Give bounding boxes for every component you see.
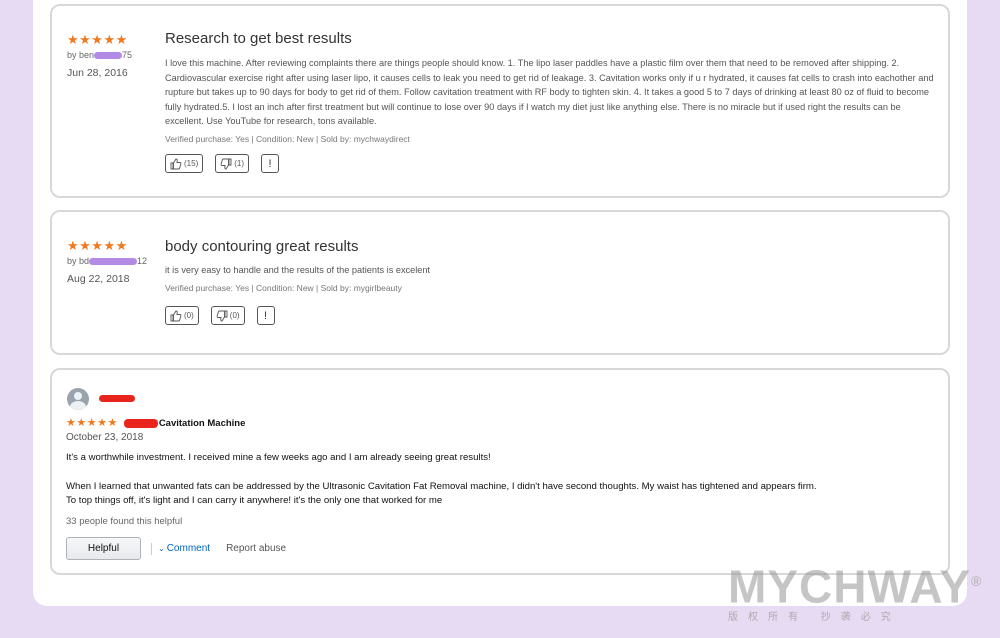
helpful-button[interactable]: Helpful [66, 537, 141, 560]
review-text: I love this machine. After reviewing com… [165, 58, 934, 126]
review-title[interactable]: Cavitation Machine [123, 418, 245, 429]
review-author: by bd 12 [67, 256, 148, 266]
review-date: Jun 28, 2016 [67, 67, 128, 79]
star-rating: ★★★★★ [67, 32, 128, 47]
report-button[interactable]: ! [261, 154, 280, 173]
unhelpful-vote-button[interactable]: (0) [210, 306, 245, 325]
title-redaction [123, 418, 158, 428]
review-body: body contouring great results it is very… [165, 238, 936, 293]
thumbs-up-icon [170, 158, 182, 169]
helpful-vote-button[interactable]: (0) [165, 306, 199, 325]
avatar [67, 388, 89, 410]
author-redaction [94, 52, 123, 60]
thumbs-down-icon [216, 310, 228, 321]
report-abuse-link[interactable]: Report abuse [226, 543, 286, 554]
review-title: Research to get best results [165, 30, 352, 47]
review-card: ★★★★★ Cavitation Machine October 23, 201… [50, 368, 950, 575]
review-card: ★★★★★ by ben 75 Jun 28, 2016 Research to … [50, 4, 950, 198]
review-meta: ★★★★★ by bd 12 Aug 22, 2018 [67, 239, 167, 285]
verified-purchase-info: Verified purchase: Yes | Condition: New … [165, 282, 402, 293]
reviewer-name-redaction [99, 395, 135, 402]
star-rating: ★★★★★ [67, 238, 128, 253]
review-rating-row: ★★★★★ Cavitation Machine [66, 417, 245, 430]
review-card: ★★★★★ by bd 12 Aug 22, 2018 body contouri… [50, 210, 950, 355]
star-rating: ★★★★★ [66, 417, 118, 429]
review-text: it is very easy to handle and the result… [165, 265, 431, 275]
review-meta: ★★★★★ by ben 75 Jun 28, 2016 [67, 33, 167, 79]
review-actions: (15) (1) ! [165, 154, 280, 173]
divider [151, 542, 152, 555]
unhelpful-vote-button[interactable]: (1) [215, 154, 250, 173]
thumbs-up-icon [170, 310, 182, 321]
author-redaction [89, 258, 138, 266]
review-date: October 23, 2018 [66, 432, 144, 443]
review-text: It's a worthwhile investment. I received… [66, 452, 817, 507]
report-button[interactable]: ! [256, 306, 275, 325]
verified-purchase-info: Verified purchase: Yes | Condition: New … [165, 133, 410, 144]
comment-link[interactable]: ⌄ Comment [158, 543, 210, 554]
review-actions: Helpful ⌄ Comment Report abuse [66, 537, 286, 560]
review-actions: (0) (0) ! [165, 306, 275, 325]
review-body: Research to get best results I love this… [165, 30, 936, 144]
thumbs-down-icon [220, 158, 232, 169]
review-author: by ben 75 [67, 50, 133, 60]
review-date: Aug 22, 2018 [67, 273, 130, 285]
review-title: body contouring great results [165, 238, 359, 255]
watermark-logo: MYCHWAY® 版权所有 抄袭必究 [728, 560, 983, 623]
chevron-down-icon: ⌄ [158, 544, 165, 553]
helpful-vote-button[interactable]: (15) [165, 154, 204, 173]
helpful-count: 33 people found this helpful [66, 516, 183, 527]
